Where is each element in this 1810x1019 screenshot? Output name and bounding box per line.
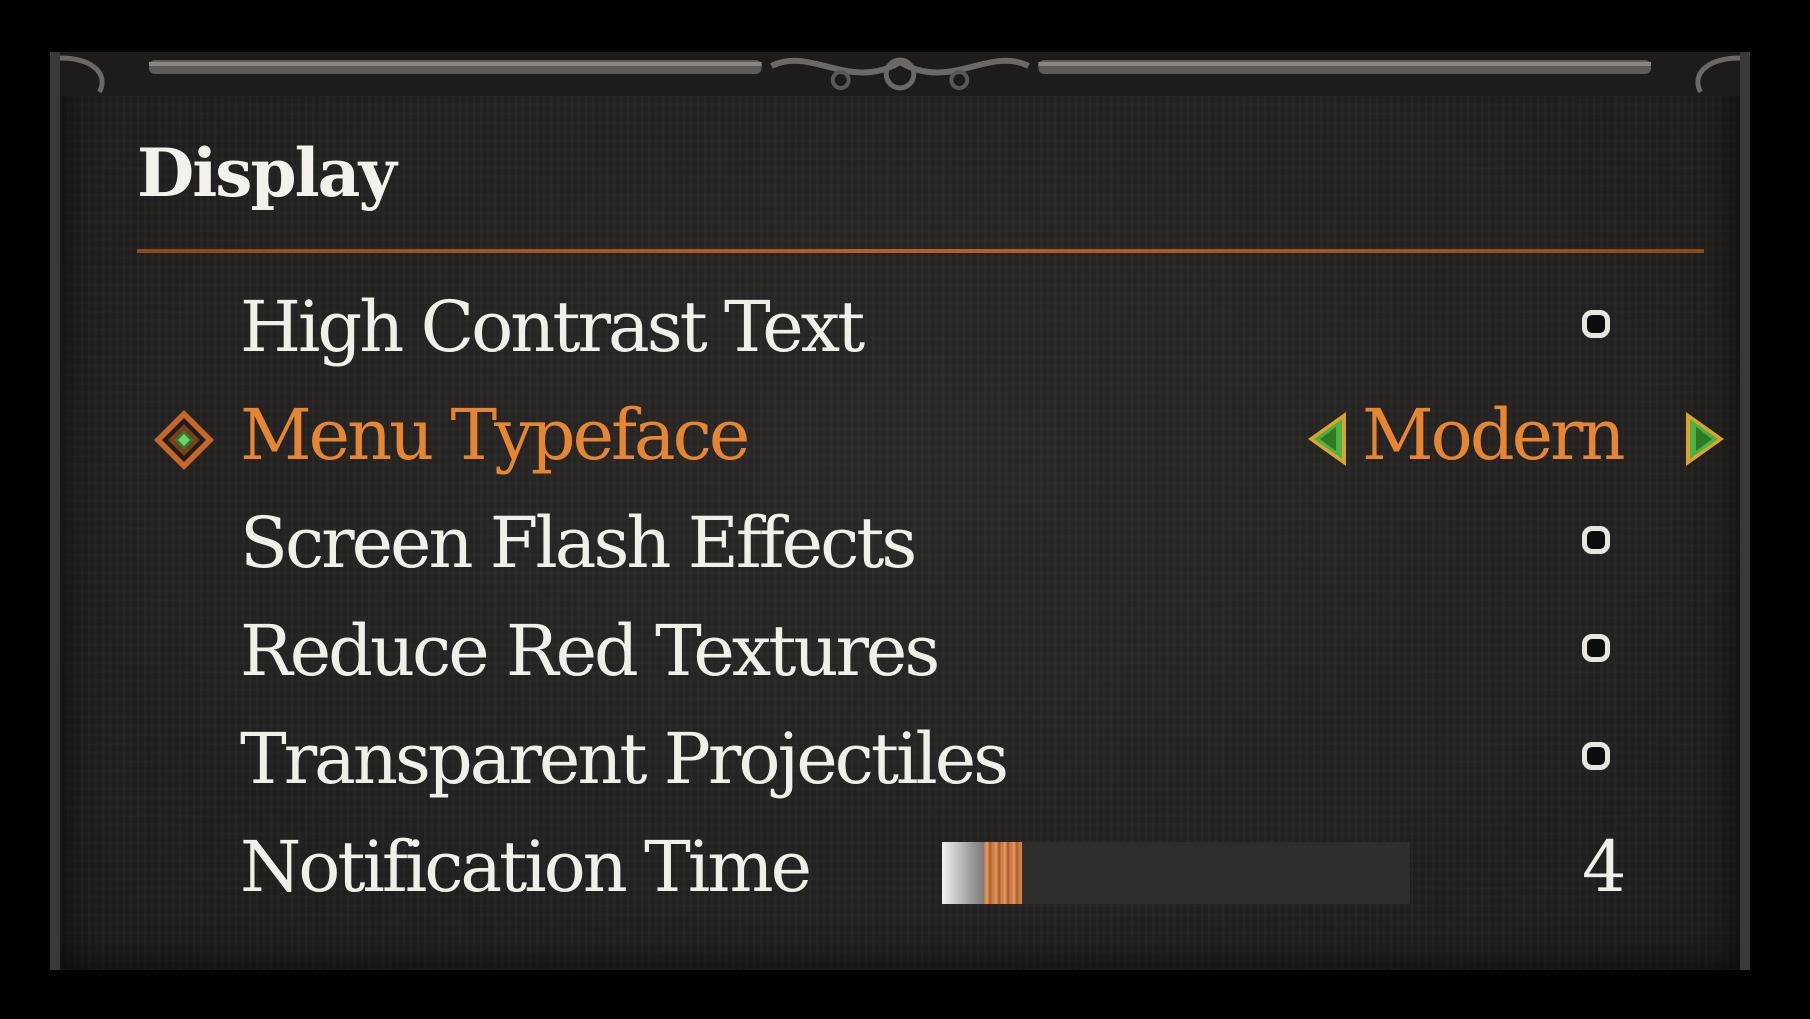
section-title: Display <box>137 134 397 212</box>
toggle-checkbox[interactable] <box>1582 310 1610 338</box>
display-settings-panel: Display High Contrast Text Menu Typeface… <box>50 52 1750 970</box>
toggle-checkbox[interactable] <box>1582 742 1610 770</box>
option-row-high-contrast-text[interactable]: High Contrast Text <box>60 280 1740 380</box>
notification-time-value: 4 <box>1582 826 1627 908</box>
option-row-transparent-projectiles[interactable]: Transparent Projectiles <box>60 712 1740 812</box>
notification-time-slider[interactable] <box>942 842 1410 904</box>
option-label: Screen Flash Effects <box>240 502 917 584</box>
ornate-frame-top <box>60 52 1740 96</box>
option-row-screen-flash-effects[interactable]: Screen Flash Effects <box>60 496 1740 596</box>
typeface-value: Modern <box>1362 394 1626 476</box>
diamond-selection-icon <box>154 410 214 470</box>
option-label: Menu Typeface <box>240 394 750 476</box>
toggle-checkbox[interactable] <box>1582 634 1610 662</box>
option-row-notification-time[interactable]: Notification Time 4 <box>60 820 1740 920</box>
title-divider <box>137 249 1704 253</box>
arrow-right-icon[interactable] <box>1680 410 1726 468</box>
option-row-reduce-red-textures[interactable]: Reduce Red Textures <box>60 604 1740 704</box>
arrow-left-icon[interactable] <box>1306 410 1352 468</box>
option-label: Transparent Projectiles <box>240 718 1009 800</box>
option-label: Reduce Red Textures <box>240 610 940 692</box>
option-row-menu-typeface[interactable]: Menu Typeface Modern <box>60 388 1740 488</box>
option-label: Notification Time <box>240 826 812 908</box>
slider-knob[interactable] <box>942 842 984 904</box>
toggle-checkbox[interactable] <box>1582 526 1610 554</box>
slider-fill <box>984 842 1022 904</box>
option-label: High Contrast Text <box>240 286 865 368</box>
